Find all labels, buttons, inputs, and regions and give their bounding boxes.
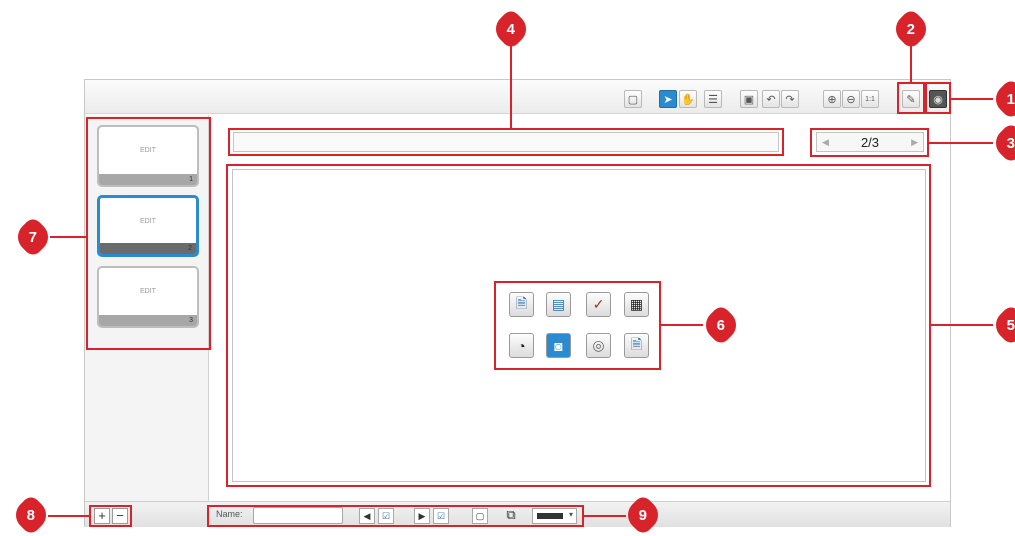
name-label: Name: <box>216 509 243 519</box>
callout-1: 1 <box>989 77 1015 121</box>
thumbnail-number: 2 <box>188 245 192 252</box>
edit-mode-highlight <box>897 82 925 114</box>
thumbnail-bar <box>100 243 196 254</box>
thumbnail-bar <box>99 174 197 185</box>
callout-line-1 <box>951 98 993 100</box>
background-icon[interactable]: ▢ <box>472 508 488 524</box>
callout-line-4 <box>510 43 512 129</box>
chevron-down-icon: ▾ <box>568 510 573 519</box>
undo-icon[interactable]: ↶ <box>762 90 780 108</box>
new-page-icon[interactable]: ▢ <box>624 90 642 108</box>
callout-5: 5 <box>989 303 1015 347</box>
page-title-field[interactable] <box>233 132 779 152</box>
copy-icon[interactable]: ⧉ <box>503 508 519 524</box>
callout-line-5 <box>931 324 993 326</box>
redo-icon[interactable]: ↷ <box>781 90 799 108</box>
drawing-icon[interactable]: ✓ <box>586 292 611 317</box>
page-name-input[interactable] <box>253 507 343 524</box>
thumbnail-label: EDIT <box>140 288 156 295</box>
document-icon[interactable]: 🗎 <box>624 333 649 358</box>
thumbnail-number: 3 <box>189 317 193 324</box>
top-toolbar <box>85 80 950 114</box>
camera-icon[interactable]: ◙ <box>546 333 571 358</box>
thumbnail-bar <box>99 315 197 326</box>
callout-4: 4 <box>489 7 533 51</box>
save-icon[interactable]: ▣ <box>740 90 758 108</box>
text-icon[interactable]: 🗎 <box>509 292 534 317</box>
webcam-icon[interactable]: ◎ <box>586 333 611 358</box>
page-navigator: ◀ 2/3 ▶ <box>816 132 924 152</box>
presentation-mode-highlight <box>925 82 951 114</box>
previous-link-icon[interactable]: ◀ <box>359 508 375 524</box>
next-link-icon[interactable]: ▶ <box>414 508 430 524</box>
movie-icon[interactable]: ▦ <box>624 292 649 317</box>
sound-icon[interactable]: ◔ <box>509 333 534 358</box>
page-thumbnail[interactable]: EDIT 3 <box>97 266 199 328</box>
add-page-button[interactable]: + <box>94 508 110 524</box>
zoom-reset-label: 1:1 <box>865 95 875 103</box>
thumbnail-label: EDIT <box>140 218 156 225</box>
color-swatch <box>537 513 563 519</box>
remove-page-button[interactable]: − <box>112 508 128 524</box>
callout-line-3 <box>929 142 993 144</box>
callout-line-6 <box>661 324 703 326</box>
page-thumbnail[interactable]: EDIT 1 <box>97 125 199 187</box>
zoom-out-icon[interactable]: ⊖ <box>842 90 860 108</box>
next-link-checkbox[interactable]: ☑ <box>433 508 449 524</box>
callout-7: 7 <box>11 215 55 259</box>
callout-2: 2 <box>889 7 933 51</box>
image-icon[interactable]: ▤ <box>546 292 571 317</box>
select-pointer-icon[interactable]: ➤ <box>659 90 677 108</box>
list-icon[interactable]: ☰ <box>704 90 722 108</box>
color-dropdown[interactable]: ▾ <box>532 508 577 524</box>
thumbnail-label: EDIT <box>140 147 156 154</box>
hand-pan-icon[interactable]: ✋ <box>679 90 697 108</box>
next-page-icon[interactable]: ▶ <box>911 137 918 148</box>
zoom-in-icon[interactable]: ⊕ <box>823 90 841 108</box>
thumbnail-number: 1 <box>189 176 193 183</box>
zoom-reset-icon[interactable]: 1:1 <box>861 90 879 108</box>
callout-8: 8 <box>9 493 53 536</box>
callout-3: 3 <box>989 121 1015 165</box>
page-indicator: 2/3 <box>860 134 880 150</box>
callout-line-8 <box>48 515 90 517</box>
callout-line-7 <box>50 236 87 238</box>
callout-line-2 <box>910 43 912 83</box>
previous-link-checkbox[interactable]: ☑ <box>378 508 394 524</box>
previous-page-icon[interactable]: ◀ <box>822 137 829 148</box>
callout-line-9 <box>584 515 626 517</box>
page-thumbnail-selected[interactable]: EDIT 2 <box>97 195 199 257</box>
